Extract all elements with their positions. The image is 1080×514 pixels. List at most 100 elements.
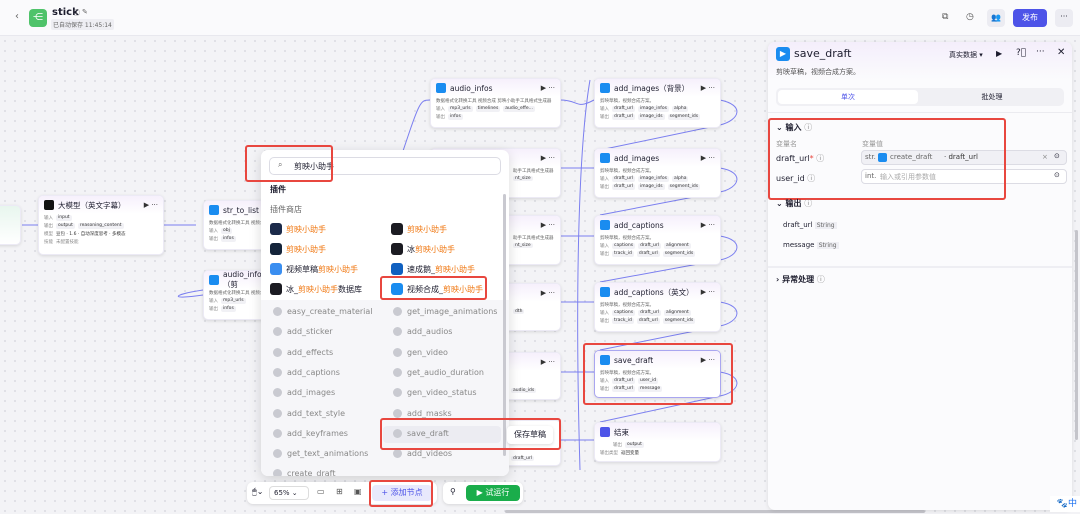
tab-batch[interactable]: 批处理 (922, 90, 1062, 104)
start-node[interactable] (0, 205, 21, 245)
copy-icon[interactable]: ⧉ (942, 12, 948, 22)
reference-icon[interactable]: ⊙ (1054, 152, 1060, 160)
node-controls[interactable]: ▶ ··· (541, 358, 555, 366)
clear-icon[interactable]: × (1042, 153, 1048, 161)
node-controls[interactable]: ▶ ··· (541, 221, 555, 229)
node-title: str_to_list (223, 205, 259, 215)
node-add-images[interactable]: add_images ▶ ··· 剪映草稿，视频合成方案。 输入 draft_url… (594, 148, 721, 198)
tool-item[interactable]: add_effects (273, 347, 333, 357)
node-controls[interactable]: ▶ ··· (701, 221, 715, 229)
ime-indicator[interactable]: 🐾中 (1050, 496, 1080, 512)
node-save-draft[interactable]: save_draft ▶ ··· 剪映草稿，视频合成方案。 输入 draft_url… (594, 350, 721, 398)
tool-item[interactable]: save_draft (393, 428, 449, 438)
value: 返回变量 (621, 451, 639, 456)
tool-item[interactable]: add_captions (273, 367, 340, 377)
edge (577, 79, 591, 471)
debug-icon[interactable]: ⚲ (450, 487, 456, 496)
node-controls[interactable]: ▶ ··· (144, 201, 158, 209)
tab-single[interactable]: 单次 (778, 90, 918, 104)
node-controls[interactable]: ▶ ··· (541, 84, 555, 92)
tool-item[interactable]: add_images (273, 388, 335, 398)
end-icon (600, 427, 610, 437)
input-section-header[interactable]: ⌄ 输入 ⓘ (776, 122, 812, 133)
user-id-input[interactable]: int. 输入或引用参数值 ⊙ (861, 169, 1067, 184)
node-add-captions[interactable]: add_captions ▶ ··· 剪映草稿，视频合成方案。 输入 caption… (594, 215, 721, 265)
plugin-item[interactable]: 剪映小助手 (270, 242, 326, 256)
node-controls[interactable]: ▶ ··· (701, 288, 715, 296)
label: 输入 (600, 244, 609, 249)
data-mode-select[interactable]: 真实数据 ▾ (949, 50, 983, 60)
output-section-header[interactable]: ⌄ 输出 ⓘ (776, 198, 812, 209)
label: 输入 (600, 379, 609, 384)
tool-item[interactable]: add_masks (393, 408, 452, 418)
tool-item[interactable]: add_sticker (273, 327, 333, 337)
node-controls[interactable]: ▶ ··· (541, 154, 555, 162)
tool-item[interactable]: get_image_animations (393, 307, 497, 316)
back-icon[interactable]: ‹ (15, 11, 19, 22)
comment-icon[interactable]: ▭ (317, 487, 325, 496)
mouse-mode-icon[interactable]: 🖱⌄ (252, 487, 264, 497)
close-icon[interactable]: ✕ (1057, 47, 1065, 58)
tag: draft_url (612, 106, 635, 112)
node-controls[interactable]: ▶ ··· (701, 84, 715, 92)
node-controls[interactable]: ▶ ··· (701, 356, 715, 364)
tool-item[interactable]: easy_create_material (273, 307, 373, 316)
publish-button[interactable]: 发布 (1013, 9, 1047, 27)
panel-scrollbar[interactable] (1075, 230, 1078, 440)
tool-label: easy_create_material (287, 307, 373, 316)
node-audio-infos[interactable]: audio_infos ▶ ··· 数据格式化转换工具 视频合成 剪映小助手工具格… (430, 78, 561, 128)
info-icon[interactable]: ⓘ (73, 8, 80, 18)
node-search-input[interactable]: ⌕ 剪映小助手 (269, 157, 501, 175)
node-llm[interactable]: 大模型（英文字幕） ▶ ··· 输入 input 输出 output reasoning… (38, 195, 164, 255)
plugin-item[interactable]: 视频草稿剪映小助手 (270, 262, 358, 276)
help-icon[interactable]: ?⃝ (1016, 48, 1026, 58)
edit-icon[interactable]: ✎ (82, 8, 88, 16)
tool-item[interactable]: add_audios (393, 327, 452, 337)
collaborators-icon[interactable]: 👥 (987, 9, 1005, 27)
tool-item[interactable]: create_draft (273, 469, 335, 476)
tool-icon (273, 408, 282, 418)
plugin-item[interactable]: 冰_剪映小助手数据库 (270, 282, 362, 296)
more-icon[interactable]: ··· (1055, 9, 1073, 27)
tag: input (56, 215, 72, 221)
tool-item[interactable]: get_text_animations (273, 449, 368, 459)
tool-item[interactable]: gen_video (393, 347, 448, 357)
node-controls[interactable]: ▶ ··· (701, 154, 715, 162)
tool-item[interactable]: get_audio_duration (393, 367, 484, 377)
horizontal-scrollbar[interactable] (505, 510, 925, 513)
error-section-header[interactable]: › 异常处理 ⓘ (776, 274, 825, 285)
reference-icon[interactable]: ⊙ (1054, 171, 1060, 179)
param-user-id-label: user_id ⓘ (776, 174, 816, 183)
node-add-captions-en[interactable]: add_captions（英文） ▶ ··· 剪映草稿，视频合成方案。 输入 cap… (594, 282, 721, 332)
tool-item[interactable]: add_videos (393, 449, 452, 459)
more-icon[interactable]: ··· (1036, 47, 1045, 57)
history-icon[interactable]: ◷ (966, 12, 974, 22)
draft-url-input[interactable]: str. create_draft · draft_url × ⊙ (861, 150, 1067, 165)
scrollbar[interactable] (503, 194, 506, 456)
plugin-item[interactable]: 冰剪映小助手 (391, 242, 455, 256)
data-mode-value: 真实数据 (949, 51, 977, 59)
plugin-item[interactable]: 速成鹅_剪映小助手 (391, 262, 475, 276)
label: 输出 (600, 319, 609, 324)
tag: user_id (637, 378, 659, 384)
tool-item[interactable]: gen_video_status (393, 388, 477, 398)
zoom-select[interactable]: 65% ⌄ (269, 486, 309, 500)
skill: 未配置技能 (56, 240, 79, 245)
layout-icon[interactable]: ⊞ (336, 487, 343, 496)
run-icon[interactable]: ▶ (996, 49, 1002, 58)
search-icon: ⌕ (278, 160, 283, 169)
plugin-item[interactable]: 剪映小助手 (270, 222, 326, 236)
node-add-images-bg[interactable]: add_images（背景） ▶ ··· 剪映草稿，视频合成方案。 输入 draft… (594, 78, 721, 128)
add-node-label: 添加节点 (390, 488, 423, 497)
node-end[interactable]: 结束 输出 output 输出类型 返回变量 (594, 422, 721, 462)
test-run-button[interactable]: ▶ 试运行 (466, 485, 520, 501)
col-name: 变量名 (776, 140, 797, 148)
plugin-item[interactable]: 剪映小助手 (391, 222, 447, 236)
minimap-icon[interactable]: ▣ (354, 487, 362, 496)
plugin-item[interactable]: 视频合成_剪映小助手 (391, 282, 483, 296)
node-controls[interactable]: ▶ ··· (541, 289, 555, 297)
tool-item[interactable]: add_keyframes (273, 428, 348, 438)
tool-item[interactable]: add_text_style (273, 408, 345, 418)
add-node-button[interactable]: + 添加节点 (372, 485, 432, 501)
tag: message (637, 386, 663, 392)
